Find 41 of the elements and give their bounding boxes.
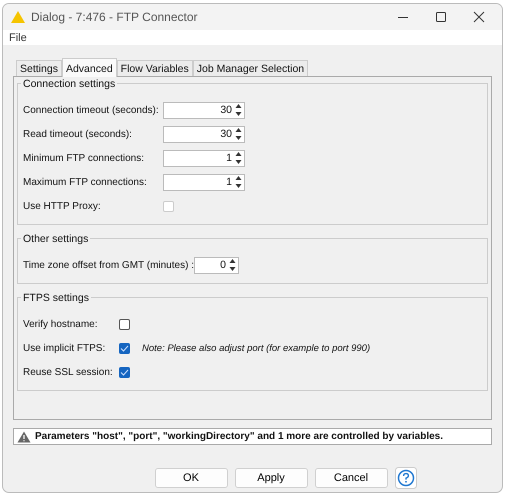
tab[interactable]: Advanced (62, 58, 117, 77)
field-label: Use implicit FTPS: (23, 342, 106, 354)
note-text: Note: Please also adjust port (for example to port 990) (142, 342, 370, 354)
tab[interactable]: Settings (16, 60, 62, 76)
number-spinner[interactable]: 30 (163, 126, 245, 142)
checkbox[interactable] (119, 318, 130, 330)
field-label: Maximum FTP connections: (23, 176, 148, 188)
number-spinner[interactable]: 1 (163, 174, 245, 190)
warning-icon (10, 10, 26, 24)
group-title: Connection settings (21, 78, 118, 90)
tab[interactable]: Flow Variables (116, 60, 193, 76)
spinner-arrows-icon[interactable] (228, 257, 237, 273)
field-label: Use HTTP Proxy: (23, 200, 102, 212)
dialog-button[interactable]: Apply (234, 468, 308, 488)
checkbox[interactable] (119, 366, 130, 378)
help-icon[interactable] (394, 467, 416, 489)
spinner-arrows-icon[interactable] (234, 174, 243, 190)
dialog-button[interactable]: OK (154, 468, 228, 488)
field-label: Minimum FTP connections: (23, 152, 145, 164)
tab[interactable]: Job Manager Selection (192, 60, 308, 76)
dialog-button[interactable]: Cancel (314, 468, 388, 488)
warning-text: Parameters "host", "port", "workingDirectory" and 1 more are controlled by variables. (35, 431, 444, 442)
spinner-arrows-icon[interactable] (234, 126, 243, 142)
group-title: FTPS settings (21, 292, 91, 304)
field-label: Connection timeout (seconds): (23, 104, 160, 116)
window-title: Dialog - 7:476 - FTP Connector (31, 10, 198, 24)
checkbox[interactable] (119, 342, 130, 354)
menu-item[interactable]: File (9, 32, 27, 44)
maximize-icon[interactable] (435, 11, 447, 23)
warning-icon (17, 430, 31, 442)
number-spinner[interactable]: 1 (163, 150, 245, 166)
field-label: Verify hostname: (23, 318, 98, 330)
field-label: Reuse SSL session: (23, 366, 114, 378)
field-label: Time zone offset from GMT (minutes) : (23, 260, 194, 270)
field-label: Read timeout (seconds): (23, 128, 133, 140)
number-spinner[interactable]: 30 (163, 102, 245, 118)
close-icon[interactable] (473, 11, 485, 23)
spinner-arrows-icon[interactable] (234, 102, 243, 118)
group-title: Other settings (21, 233, 90, 245)
number-spinner[interactable]: 0 (194, 256, 239, 274)
spinner-arrows-icon[interactable] (234, 150, 243, 166)
